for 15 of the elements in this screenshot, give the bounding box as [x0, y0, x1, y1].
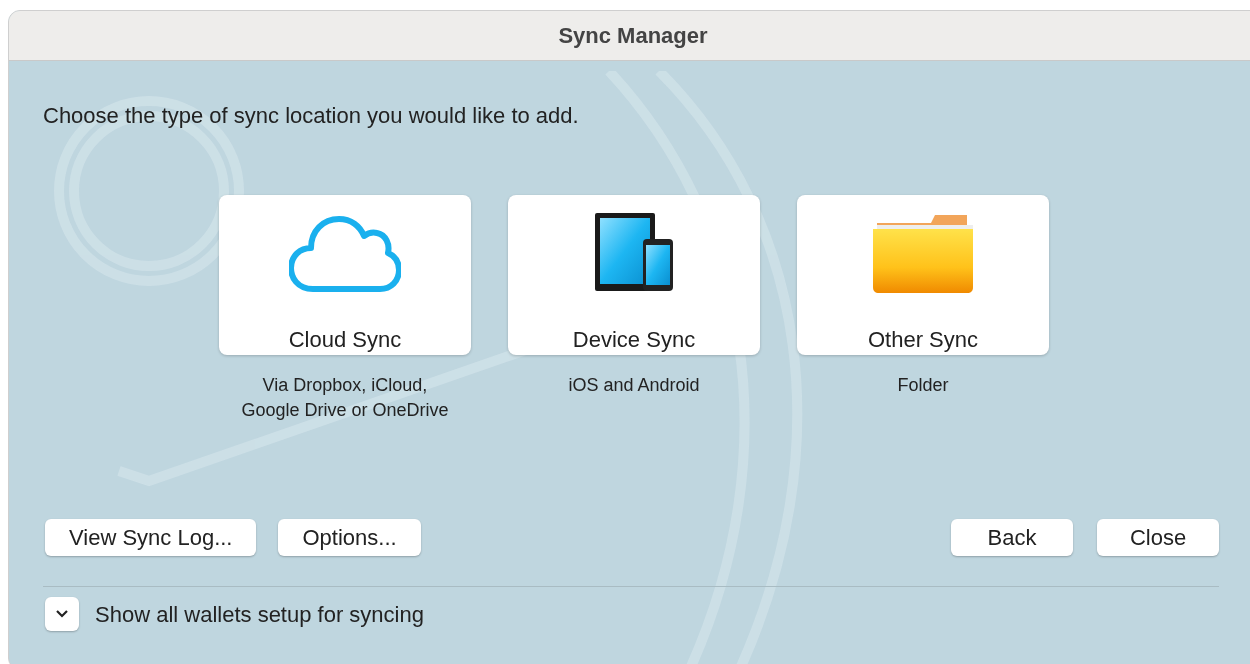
- card-description: Via Dropbox, iCloud, Google Drive or OneDrive: [241, 374, 449, 422]
- sync-type-card[interactable]: Device Sync: [508, 195, 760, 355]
- prompt-text: Choose the type of sync location you would like to add.: [43, 102, 580, 130]
- push-button[interactable]: Back: [951, 519, 1073, 556]
- window-title: Sync Manager: [558, 22, 708, 50]
- push-button[interactable]: Close: [1097, 519, 1219, 556]
- sync-type-card[interactable]: Other Sync: [797, 195, 1049, 355]
- disclosure-button[interactable]: [45, 597, 79, 631]
- push-button[interactable]: View Sync Log...: [45, 519, 257, 556]
- disclosure-label: Show all wallets setup for syncing: [95, 600, 424, 629]
- sync-type-card[interactable]: Cloud Sync: [219, 195, 471, 355]
- card-description: iOS and Android: [568, 374, 700, 397]
- push-button[interactable]: Options...: [278, 519, 421, 556]
- chevron-down-icon: [56, 610, 68, 618]
- card-description: Folder: [897, 374, 949, 397]
